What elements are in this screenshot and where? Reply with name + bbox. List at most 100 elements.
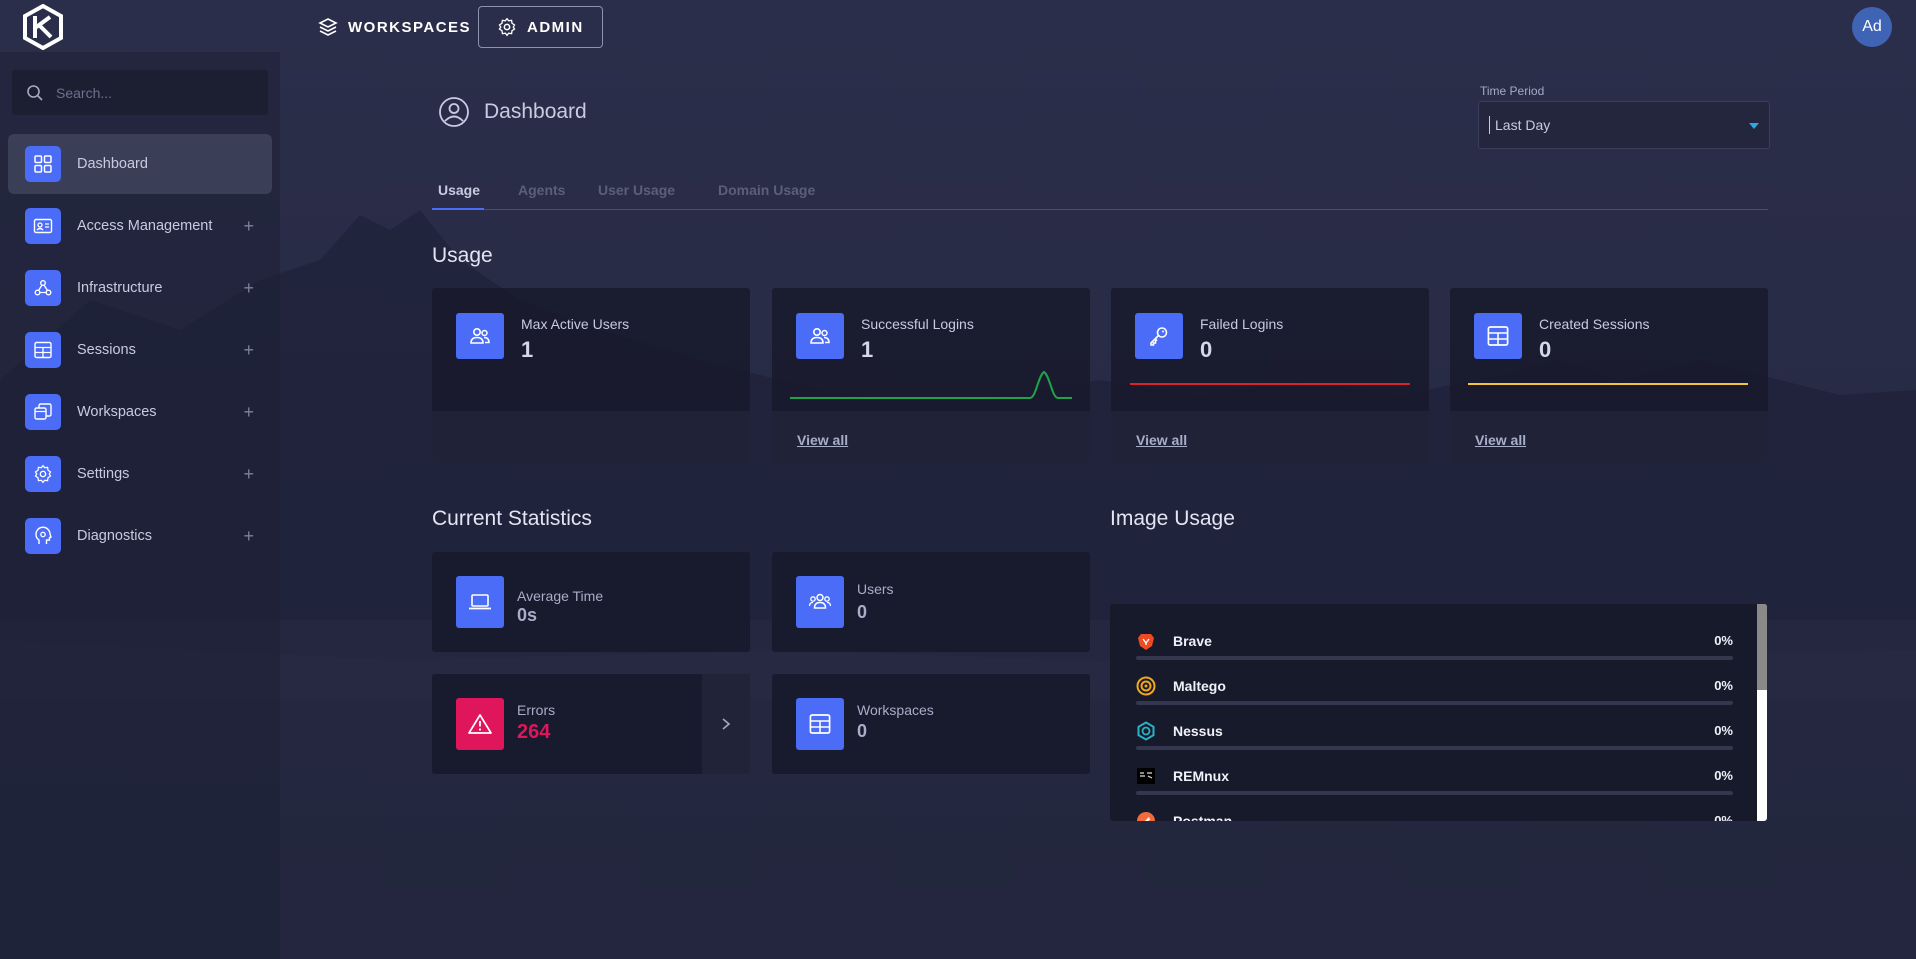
sidebar-item-label: Access Management [77,218,213,234]
stat-value: 1 [861,337,874,362]
list-item: REMnux 0% [1136,761,1733,806]
gear-icon [25,456,61,492]
tab-label: User Usage [598,182,676,198]
workspaces-nav-label: WORKSPACES [348,18,472,36]
image-name: Maltego [1173,678,1226,694]
search-box[interactable] [12,70,268,115]
sidebar-item-label: Infrastructure [77,280,163,296]
postman-icon [1137,812,1155,821]
expand-icon[interactable]: + [243,216,254,237]
users-icon [796,576,844,628]
chevron-right-icon [722,718,731,730]
image-percent: 0% [1714,768,1733,783]
tab-label: Agents [518,182,566,198]
stat-value: 0 [1200,337,1213,362]
sidebar-item-dashboard[interactable]: Dashboard [8,134,272,194]
sidebar-item-label: Diagnostics [77,528,152,544]
stat-label: Errors [517,702,556,718]
nessus-icon [1137,721,1155,741]
sidebar-item-sessions[interactable]: Sessions + [8,320,272,380]
stat-value: 0 [1539,337,1552,362]
stat-label: Max Active Users [521,316,630,332]
errors-card: Errors 264 [432,674,750,774]
sidebar-item-label: Sessions [77,342,136,358]
stat-label: Average Time [517,588,604,604]
list-item: Maltego 0% [1136,671,1733,716]
kasm-logo[interactable] [22,4,64,50]
sidebar-menu: Dashboard Access Management + Infrastruc… [8,134,272,568]
sidebar-item-access-management[interactable]: Access Management + [8,196,272,256]
table-icon [1474,313,1522,359]
user-avatar[interactable]: Ad [1852,7,1892,47]
successful-logins-sparkline [790,370,1072,399]
usage-bar [1136,656,1733,660]
stat-value: 1 [521,337,534,362]
search-input[interactable] [56,84,256,101]
image-usage-list[interactable]: Brave 0% Maltego 0% Nessus 0% REMnux 0% … [1110,604,1767,821]
usage-bar [1136,701,1733,705]
brave-icon [1138,634,1154,650]
view-all-link[interactable]: View all [1136,432,1187,448]
gear-icon [498,17,516,37]
expand-icon[interactable]: + [243,526,254,547]
view-all-link[interactable]: View all [1475,432,1526,448]
id-card-icon [25,208,61,244]
admin-nav-label: ADMIN [527,18,584,36]
list-item: Nessus 0% [1136,716,1733,761]
sidebar: Dashboard Access Management + Infrastruc… [0,52,280,959]
usage-bar [1136,791,1733,795]
sidebar-item-settings[interactable]: Settings + [8,444,272,504]
image-percent: 0% [1714,723,1733,738]
head-gear-icon [25,518,61,554]
image-percent: 0% [1714,633,1733,648]
time-period-label: Time Period [1480,84,1545,98]
users-card: Users 0 [772,552,1090,652]
main-content: Dashboard Time Period Last Day Usage Age… [280,52,1916,959]
time-period-value: Last Day [1495,117,1551,133]
stat-label: Workspaces [857,702,934,718]
sidebar-item-workspaces[interactable]: Workspaces + [8,382,272,442]
workspaces-nav-button[interactable]: WORKSPACES [300,6,489,48]
image-name: REMnux [1173,768,1229,784]
tab-usage[interactable]: Usage [432,170,484,210]
expand-icon[interactable]: + [243,278,254,299]
stat-label: Created Sessions [1539,316,1650,332]
sidebar-item-label: Settings [77,466,130,482]
successful-logins-card: Successful Logins 1 View all [772,288,1090,463]
image-percent: 0% [1714,813,1733,821]
stat-value: 264 [517,721,551,743]
admin-nav-button[interactable]: ADMIN [478,6,603,48]
tab-agents[interactable]: Agents [514,170,569,210]
tab-user-usage[interactable]: User Usage [594,170,679,210]
stat-value: 0 [857,602,868,622]
tab-domain-usage[interactable]: Domain Usage [714,170,819,210]
view-all-link[interactable]: View all [797,432,848,448]
time-period-select[interactable]: Last Day [1478,101,1770,149]
image-name: Brave [1173,633,1212,649]
chevron-down-icon [1749,123,1759,129]
created-sessions-line [1468,383,1748,385]
sidebar-item-label: Workspaces [77,404,157,420]
sidebar-item-diagnostics[interactable]: Diagnostics + [8,506,272,566]
image-name: Nessus [1173,723,1223,739]
expand-icon[interactable]: + [243,464,254,485]
scrollbar-thumb[interactable] [1757,604,1767,690]
stat-label: Users [857,581,894,597]
usage-bar [1136,746,1733,750]
tab-label: Domain Usage [718,182,816,198]
laptop-icon [456,576,504,628]
remnux-icon [1137,768,1155,784]
sidebar-item-infrastructure[interactable]: Infrastructure + [8,258,272,318]
time-period-field: Time Period Last Day [1478,84,1770,149]
page-title: Dashboard [438,96,587,128]
max-active-users-card: Max Active Users 1 [432,288,750,463]
scrollbar[interactable] [1757,604,1767,821]
expand-icon[interactable]: + [243,402,254,423]
usage-section-title: Usage [432,244,493,267]
expand-icon[interactable]: + [243,340,254,361]
sidebar-item-label: Dashboard [77,156,148,172]
page-title-text: Dashboard [484,100,587,123]
warning-icon [456,698,504,750]
key-icon [1135,313,1183,359]
errors-detail-button[interactable] [702,674,750,774]
